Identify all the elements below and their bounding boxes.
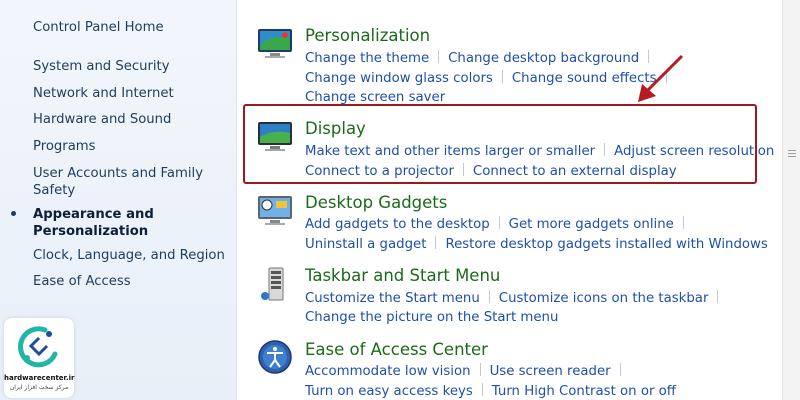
link-separator	[717, 290, 719, 303]
accommodate-low-vision-link[interactable]: Accommodate low vision	[305, 364, 471, 379]
sidebar-item-user-accounts-line2: Safety	[33, 183, 76, 198]
change-desktop-background-link[interactable]: Change desktop background	[448, 51, 639, 66]
desktop-gadgets-title[interactable]: Desktop Gadgets	[305, 193, 447, 212]
change-start-menu-picture-link[interactable]: Change the picture on the Start menu	[305, 310, 558, 325]
taskbar-title[interactable]: Taskbar and Start Menu	[305, 266, 500, 285]
link-separator	[619, 363, 621, 376]
watermark-logo: hardwarecenter.ir مرکز سخت افزار ایران	[4, 318, 75, 398]
gadgets-icon	[258, 196, 292, 225]
taskbar-links-row2: Change the picture on the Start menu	[305, 310, 558, 325]
restore-gadgets-link[interactable]: Restore desktop gadgets installed with W…	[445, 237, 767, 252]
scrollbar-grip[interactable]	[788, 148, 796, 157]
sidebar-item-user-accounts-line1: User Accounts and Family	[33, 166, 203, 181]
link-separator	[682, 216, 684, 229]
watermark-subtitle: مرکز سخت افزار ایران	[9, 384, 69, 391]
link-separator	[498, 216, 500, 229]
link-separator	[488, 290, 490, 303]
link-separator	[479, 363, 481, 376]
easy-access-keys-link[interactable]: Turn on easy access keys	[305, 384, 473, 399]
ease-of-access-icon	[258, 340, 292, 374]
add-gadgets-link[interactable]: Add gadgets to the desktop	[305, 217, 490, 232]
sidebar-item-hardware-sound[interactable]: Hardware and Sound	[33, 111, 171, 128]
category-list: Personalization Change the theme Change d…	[237, 0, 785, 400]
use-screen-reader-link[interactable]: Use screen reader	[490, 364, 611, 379]
sidebar-item-appearance-line2: Personalization	[33, 224, 149, 239]
uninstall-gadget-link[interactable]: Uninstall a gadget	[305, 237, 426, 252]
link-separator	[438, 50, 440, 63]
change-window-glass-colors-link[interactable]: Change window glass colors	[305, 71, 493, 86]
customize-start-menu-link[interactable]: Customize the Start menu	[305, 291, 480, 306]
watermark-brand: hardwarecenter.ir	[4, 374, 75, 382]
high-contrast-link[interactable]: Turn High Contrast on or off	[492, 384, 676, 399]
taskbar-links-row1: Customize the Start menu Customize icons …	[305, 290, 727, 306]
personalization-icon	[258, 29, 292, 58]
display-highlight-box	[243, 104, 757, 184]
sidebar-item-system-security[interactable]: System and Security	[33, 58, 170, 75]
customize-taskbar-icons-link[interactable]: Customize icons on the taskbar	[499, 291, 709, 306]
personalization-links-row1: Change the theme Change desktop backgroun…	[305, 50, 658, 66]
get-more-gadgets-link[interactable]: Get more gadgets online	[509, 217, 674, 232]
control-panel-home-link[interactable]: Control Panel Home	[33, 19, 164, 36]
sidebar-item-programs[interactable]: Programs	[33, 138, 96, 155]
ease-of-access-title[interactable]: Ease of Access Center	[305, 340, 488, 359]
ease-links-row1: Accommodate low vision Use screen reader	[305, 363, 630, 379]
logo-mark-icon	[18, 326, 58, 368]
ease-links-row2: Turn on easy access keys Turn High Contra…	[305, 383, 676, 399]
gadgets-links-row1: Add gadgets to the desktop Get more gadge…	[305, 216, 693, 232]
change-theme-link[interactable]: Change the theme	[305, 51, 429, 66]
gadgets-links-row2: Uninstall a gadget Restore desktop gadget…	[305, 236, 768, 252]
sidebar-item-user-accounts[interactable]: User Accounts and Family Safety	[33, 165, 203, 199]
link-separator	[501, 70, 503, 83]
personalization-links-row2: Change window glass colors Change sound e…	[305, 70, 676, 86]
sidebar-item-network-internet[interactable]: Network and Internet	[33, 85, 174, 102]
personalization-links-row3: Change screen saver	[305, 90, 445, 105]
vertical-scrollbar[interactable]	[782, 0, 800, 400]
active-item-bullet	[11, 211, 16, 216]
change-screen-saver-link[interactable]: Change screen saver	[305, 90, 445, 105]
sidebar-item-appearance-line1: Appearance and	[33, 207, 154, 222]
personalization-title[interactable]: Personalization	[305, 26, 430, 45]
sidebar-item-ease-of-access[interactable]: Ease of Access	[33, 273, 131, 290]
taskbar-icon	[261, 267, 284, 301]
sidebar-item-clock-language[interactable]: Clock, Language, and Region	[33, 247, 225, 264]
annotation-arrow	[638, 54, 684, 102]
link-separator	[481, 383, 483, 396]
link-separator	[435, 236, 437, 249]
sidebar-item-appearance[interactable]: Appearance and Personalization	[33, 206, 154, 240]
